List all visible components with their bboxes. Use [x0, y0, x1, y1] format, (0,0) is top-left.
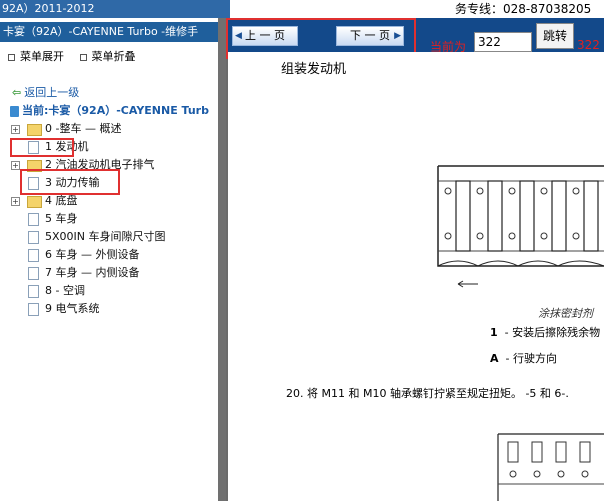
expand-menu-button[interactable]: 菜单展开	[8, 50, 64, 63]
collapse-menu-button[interactable]: 菜单折叠	[79, 50, 136, 63]
tree-node-label: 7 车身 — 内侧设备	[45, 266, 140, 279]
document-icon	[28, 303, 39, 316]
jump-button[interactable]: 跳转	[536, 23, 574, 49]
collapse-label: 菜单折叠	[91, 50, 136, 63]
current-location: 当前:卡宴（92A）-CAYENNE Turb	[10, 102, 209, 118]
bearing-bolts-diagram	[488, 424, 604, 501]
square-icon	[79, 53, 87, 61]
document-viewer[interactable]: 组装发动机 涂抹密封剂 1 - 安装后擦除残余物 A - 行驶方向 20. 将 …	[228, 52, 604, 501]
figure-caption: 涂抹密封剂	[538, 307, 593, 320]
document-icon	[28, 267, 39, 280]
highlight-box-engine	[10, 138, 74, 157]
section-heading: 组装发动机	[281, 62, 347, 77]
menu-controls: 菜单展开 菜单折叠	[8, 48, 148, 64]
engine-block-diagram	[418, 136, 604, 296]
back-label: 返回上一级	[24, 86, 80, 99]
service-hotline: 务专线：028-87038205	[455, 2, 592, 16]
tree-node-label: 5X00IN 车身间隙尺寸图	[45, 230, 166, 243]
splitter[interactable]	[218, 18, 226, 501]
document-icon	[28, 285, 39, 298]
back-arrow-icon: ⇦	[12, 86, 22, 99]
procedure-step-20: 20. 将 M11 和 M10 轴承螺钉拧紧至规定扭矩。 -5 和 6-.	[286, 387, 569, 400]
current-location-label: 当前:卡宴（92A）-CAYENNE Turb	[22, 104, 209, 117]
legend-text-a: - 行驶方向	[505, 352, 557, 365]
back-link[interactable]: ⇦ 返回上一级	[12, 84, 79, 100]
legend-item-1: 1 - 安装后擦除残余物	[490, 324, 600, 340]
tree-node-label: 5 车身	[45, 212, 78, 225]
tree-node-label: 0 -整车 — 概述	[45, 122, 122, 135]
legend-key-a: A	[490, 352, 499, 365]
expand-plus-icon[interactable]: +	[11, 161, 20, 170]
manual-title: 卡宴（92A）-CAYENNE Turbo -维修手	[0, 22, 221, 42]
expand-plus-icon[interactable]: +	[11, 197, 20, 206]
document-icon	[28, 213, 39, 226]
tree-node-label: 9 电气系统	[45, 302, 100, 315]
expand-plus-icon[interactable]: +	[11, 125, 20, 134]
legend-text-1: - 安装后擦除残余物	[504, 326, 601, 339]
legend-item-a: A - 行驶方向	[490, 350, 557, 366]
left-panel: 卡宴（92A）-CAYENNE Turbo -维修手 菜单展开 菜单折叠 ⇦ 返回…	[0, 18, 221, 501]
document-icon	[28, 249, 39, 262]
folder-icon	[27, 196, 42, 208]
highlight-box-transmission	[20, 169, 120, 195]
legend-key-1: 1	[490, 326, 498, 339]
top-strip: 92A）2011-2012 务专线：028-87038205	[0, 0, 604, 18]
book-icon	[10, 105, 19, 117]
tree-node-label: 8 - 空调	[45, 284, 85, 297]
window-title-fragment: 92A）2011-2012	[0, 0, 230, 18]
page-number-input[interactable]	[474, 32, 532, 52]
folder-icon	[27, 124, 42, 136]
tree-node-label: 6 车身 — 外侧设备	[45, 248, 140, 261]
square-icon	[8, 53, 15, 61]
document-icon	[28, 231, 39, 244]
expand-label: 菜单展开	[20, 50, 64, 63]
